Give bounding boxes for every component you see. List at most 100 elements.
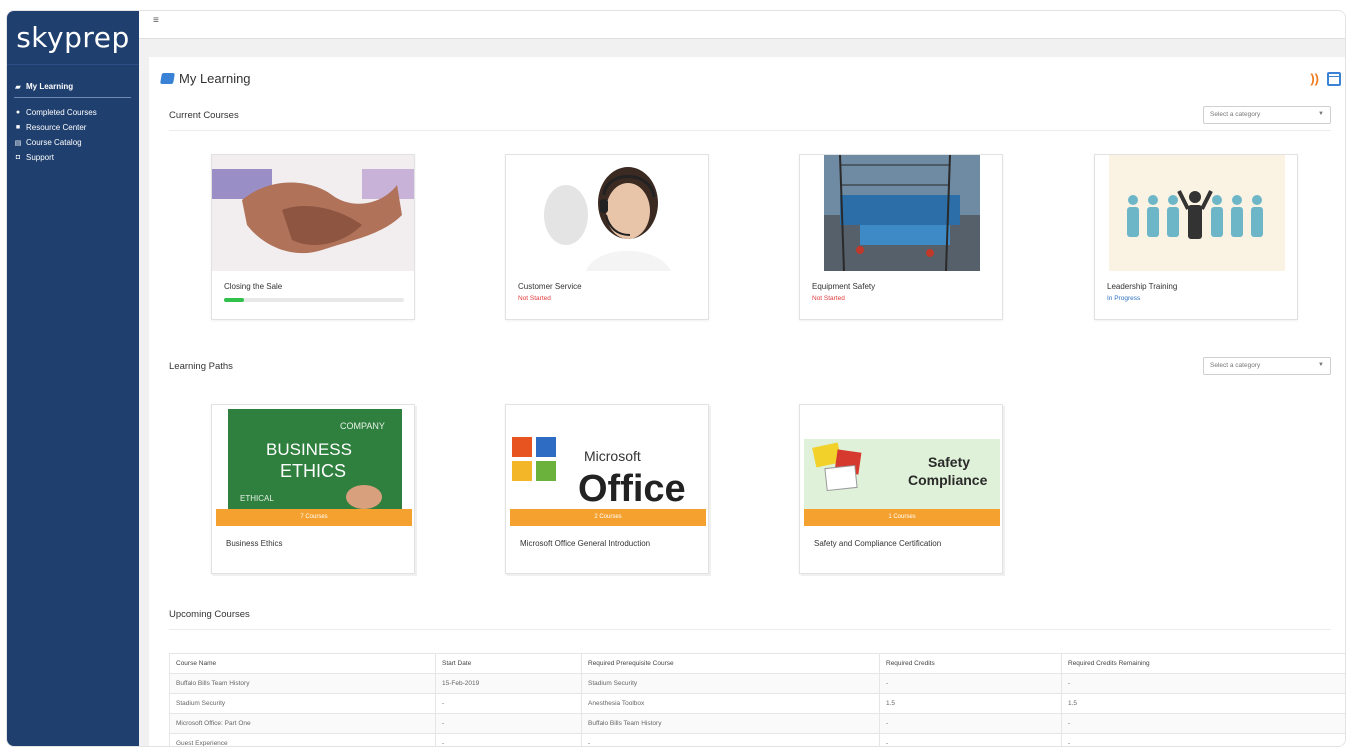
table-cell: -: [879, 713, 1062, 734]
course-thumbnail: [1095, 155, 1297, 271]
thumb-word: ETHICAL: [240, 494, 274, 503]
path-thumbnail: Microsoft Office: [510, 409, 706, 513]
path-card-microsoft-office[interactable]: Microsoft Office 2 Courses Microsoft Off…: [505, 404, 709, 574]
table-header-row: Course Name Start Date Required Prerequi…: [169, 653, 1345, 674]
table-cell: -: [435, 733, 582, 746]
course-card-equipment-safety[interactable]: Equipment Safety Not Started: [799, 154, 1003, 320]
sidebar-item-support[interactable]: ◘ Support: [7, 150, 139, 165]
table-cell: 1.5: [1061, 693, 1345, 714]
course-name: Equipment Safety: [812, 282, 876, 291]
column-header[interactable]: Required Credits Remaining: [1061, 653, 1345, 674]
course-count: 2 Courses: [594, 514, 622, 520]
path-card-business-ethics[interactable]: COMPANY BUSINESS ETHICS ETHICAL 7 Course…: [211, 404, 415, 574]
main-content: My Learning )) Current Courses Select a …: [149, 57, 1345, 746]
table-row[interactable]: Microsoft Office: Part One - Buffalo Bil…: [169, 713, 1345, 734]
catalog-icon: ▤: [14, 139, 22, 147]
table-row[interactable]: Stadium Security - Anesthesia Toolbox 1.…: [169, 693, 1345, 714]
sidebar-item-label: Resource Center: [26, 123, 87, 132]
path-name: Safety and Compliance Certification: [814, 539, 942, 548]
course-card-customer-service[interactable]: Customer Service Not Started: [505, 154, 709, 320]
column-header[interactable]: Required Credits: [879, 653, 1062, 674]
table-cell: -: [879, 673, 1062, 694]
book-icon: ▰: [15, 83, 21, 91]
column-header[interactable]: Required Prerequisite Course: [581, 653, 880, 674]
path-card-safety-compliance[interactable]: Safety Compliance 1 Courses Safety and C…: [799, 404, 1003, 574]
book-icon: [160, 73, 175, 84]
progress-fill: [224, 298, 244, 302]
table-cell: 1.5: [879, 693, 1062, 714]
current-category-select[interactable]: Select a category ▼: [1203, 106, 1331, 124]
check-circle-icon: ●: [15, 109, 21, 116]
sidebar-item-my-learning[interactable]: ▰ My Learning: [14, 79, 131, 98]
table-cell: -: [435, 713, 582, 734]
table-cell: Microsoft Office: Part One: [169, 713, 436, 734]
course-status: In Progress: [1107, 295, 1141, 302]
sidebar-item-label: Support: [26, 153, 55, 162]
folder-icon: ■: [15, 124, 21, 131]
hamburger-icon[interactable]: ≡: [153, 15, 159, 26]
table-cell: Guest Experience: [169, 733, 436, 746]
course-name: Customer Service: [518, 282, 582, 291]
course-status: Not Started: [812, 295, 845, 302]
sidebar-item-label: Course Catalog: [26, 138, 82, 147]
table-cell: 15-Feb-2019: [435, 673, 582, 694]
table-cell: Stadium Security: [169, 693, 436, 714]
thumb-word: ETHICS: [280, 461, 346, 481]
logo-text: skyprep: [16, 21, 130, 54]
sidebar-item-course-catalog[interactable]: ▤ Course Catalog: [7, 135, 139, 150]
path-thumbnail: COMPANY BUSINESS ETHICS ETHICAL: [216, 409, 412, 513]
thumb-word: Microsoft: [584, 448, 641, 464]
column-header[interactable]: Course Name: [169, 653, 436, 674]
sidebar-item-label: My Learning: [26, 82, 74, 91]
paths-category-select[interactable]: Select a category ▼: [1203, 357, 1331, 375]
course-count-band: 1 Courses: [804, 509, 1000, 526]
select-value: Select a category: [1210, 111, 1261, 118]
thumb-word: COMPANY: [340, 421, 385, 431]
course-card-leadership-training[interactable]: Leadership Training In Progress: [1094, 154, 1298, 320]
app-window: skyprep ▰ My Learning ● Completed Course…: [6, 10, 1346, 747]
course-count-band: 2 Courses: [510, 509, 706, 526]
upcoming-courses-title: Upcoming Courses: [169, 609, 250, 620]
table-cell: -: [435, 693, 582, 714]
course-status: Not Started: [518, 295, 551, 302]
divider: [169, 130, 1331, 131]
table-cell: -: [1061, 733, 1345, 746]
top-bar: ≡: [139, 11, 1345, 39]
path-name: Microsoft Office General Introduction: [520, 539, 651, 548]
table-cell: -: [1061, 713, 1345, 734]
table-cell: -: [1061, 673, 1345, 694]
thumb-word: Compliance: [908, 472, 988, 488]
course-count: 7 Courses: [300, 514, 328, 520]
column-header[interactable]: Start Date: [435, 653, 582, 674]
table-row[interactable]: Buffalo Bills Team History 15-Feb-2019 S…: [169, 673, 1345, 694]
table-cell: Buffalo Bills Team History: [581, 713, 880, 734]
chevron-down-icon: ▼: [1318, 362, 1324, 368]
page-title: My Learning: [179, 71, 251, 86]
course-card-closing-the-sale[interactable]: Closing the Sale: [211, 154, 415, 320]
sidebar-nav: ▰ My Learning ● Completed Courses ■ Reso…: [7, 65, 139, 165]
table-cell: Anesthesia Toolbox: [581, 693, 880, 714]
course-thumbnail: [506, 155, 708, 271]
rss-icon[interactable]: )): [1310, 71, 1319, 86]
table-row[interactable]: Guest Experience - - - -: [169, 733, 1345, 746]
table-cell: -: [879, 733, 1062, 746]
sidebar: skyprep ▰ My Learning ● Completed Course…: [7, 11, 139, 746]
calendar-icon[interactable]: [1327, 71, 1341, 86]
sidebar-item-completed-courses[interactable]: ● Completed Courses: [7, 105, 139, 120]
header-actions: )): [1310, 71, 1341, 86]
course-count-band: 7 Courses: [216, 509, 412, 526]
path-name: Business Ethics: [226, 539, 283, 548]
page-header: My Learning: [160, 71, 251, 86]
thumb-word: Office: [578, 468, 686, 510]
sidebar-item-resource-center[interactable]: ■ Resource Center: [7, 120, 139, 135]
table-cell: -: [581, 733, 880, 746]
thumb-word: BUSINESS: [266, 440, 352, 459]
logo[interactable]: skyprep: [7, 11, 139, 65]
table-cell: Buffalo Bills Team History: [169, 673, 436, 694]
current-courses-title: Current Courses: [169, 110, 239, 121]
thumb-word: Safety: [928, 454, 970, 470]
learning-paths-title: Learning Paths: [169, 361, 233, 372]
course-count: 1 Courses: [888, 514, 916, 520]
table-cell: Stadium Security: [581, 673, 880, 694]
course-thumbnail: [212, 155, 414, 271]
